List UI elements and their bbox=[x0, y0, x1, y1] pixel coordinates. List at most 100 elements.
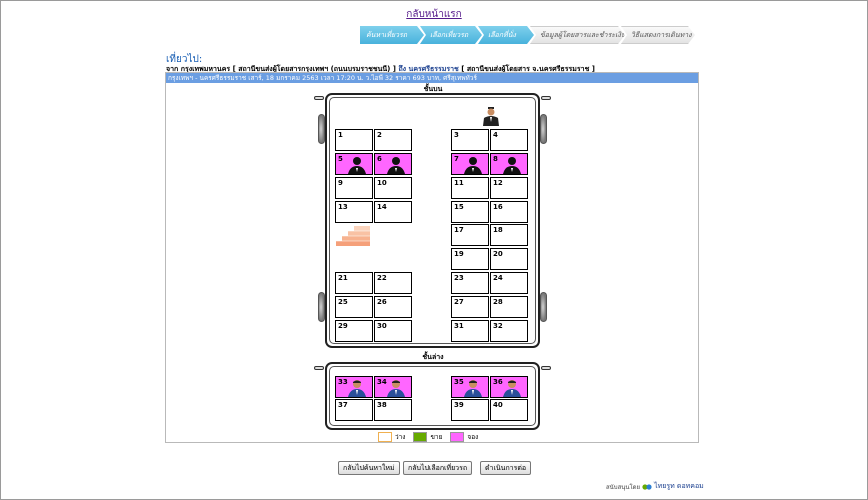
wheel-icon bbox=[540, 292, 547, 322]
seat-number: 23 bbox=[454, 274, 464, 282]
seat-number: 27 bbox=[454, 298, 464, 306]
continue-button[interactable]: ดำเนินการต่อ bbox=[480, 461, 532, 475]
step-passenger-payment: ข้อมูลผู้โดยสารและชำระเงิน bbox=[530, 26, 625, 44]
seat-number: 20 bbox=[493, 250, 503, 258]
seat-number: 22 bbox=[377, 274, 387, 282]
seat-number: 4 bbox=[493, 131, 498, 139]
seat-number: 38 bbox=[377, 401, 387, 409]
seat-number: 12 bbox=[493, 179, 503, 187]
footer-prefix: สนับสนุนโดย bbox=[606, 483, 641, 491]
seat-28[interactable]: 28 bbox=[490, 296, 528, 318]
seat-33: 33 bbox=[335, 376, 373, 398]
seat-12[interactable]: 12 bbox=[490, 177, 528, 199]
seat-20[interactable]: 20 bbox=[490, 248, 528, 270]
seat-31[interactable]: 31 bbox=[451, 320, 489, 342]
legend-sold: ขาย bbox=[413, 432, 442, 442]
seat-number: 10 bbox=[377, 179, 387, 187]
legend-reserved-swatch bbox=[450, 432, 465, 442]
seat-6: 6 bbox=[374, 153, 412, 175]
seat-38[interactable]: 38 bbox=[374, 399, 412, 421]
wheel-icon bbox=[318, 114, 325, 144]
seat-legend: ว่าง ขาย จอง bbox=[378, 432, 486, 442]
seat-number: 28 bbox=[493, 298, 503, 306]
seat-number: 33 bbox=[338, 378, 348, 386]
legend-sold-swatch bbox=[413, 432, 428, 442]
stairs-icon bbox=[336, 226, 370, 246]
seat-22[interactable]: 22 bbox=[374, 272, 412, 294]
seat-21[interactable]: 21 bbox=[335, 272, 373, 294]
seat-number: 6 bbox=[377, 155, 382, 163]
seat-25[interactable]: 25 bbox=[335, 296, 373, 318]
seat-number: 18 bbox=[493, 226, 503, 234]
step-select-trip: เลือกเที่ยวรถ bbox=[420, 26, 482, 44]
seat-number: 24 bbox=[493, 274, 503, 282]
seat-11[interactable]: 11 bbox=[451, 177, 489, 199]
seat-18[interactable]: 18 bbox=[490, 224, 528, 246]
booking-steps: ค้นหาเที่ยวรถ เลือกเที่ยวรถ เลือกที่นั่ง… bbox=[360, 26, 691, 44]
legend-available-label: ว่าง bbox=[395, 433, 406, 441]
legend-available: ว่าง bbox=[378, 432, 405, 442]
seat-7: 7 bbox=[451, 153, 489, 175]
seat-number: 34 bbox=[377, 378, 387, 386]
seat-number: 16 bbox=[493, 203, 503, 211]
seat-10[interactable]: 10 bbox=[374, 177, 412, 199]
wheel-icon bbox=[540, 114, 547, 144]
seat-number: 5 bbox=[338, 155, 343, 163]
seat-8: 8 bbox=[490, 153, 528, 175]
seat-number: 8 bbox=[493, 155, 498, 163]
seat-35: 35 bbox=[451, 376, 489, 398]
seat-19[interactable]: 19 bbox=[451, 248, 489, 270]
seat-9[interactable]: 9 bbox=[335, 177, 373, 199]
home-link[interactable]: กลับหน้าแรก bbox=[0, 7, 868, 22]
seat-23[interactable]: 23 bbox=[451, 272, 489, 294]
seat-32[interactable]: 32 bbox=[490, 320, 528, 342]
seat-40[interactable]: 40 bbox=[490, 399, 528, 421]
seat-4[interactable]: 4 bbox=[490, 129, 528, 151]
seat-number: 26 bbox=[377, 298, 387, 306]
mirror-left-icon bbox=[314, 366, 324, 370]
seat-29[interactable]: 29 bbox=[335, 320, 373, 342]
seat-number: 19 bbox=[454, 250, 464, 258]
seat-39[interactable]: 39 bbox=[451, 399, 489, 421]
seat-number: 21 bbox=[338, 274, 348, 282]
search-again-button[interactable]: กลับไปค้นหาใหม่ bbox=[338, 461, 400, 475]
seat-36: 36 bbox=[490, 376, 528, 398]
seat-3[interactable]: 3 bbox=[451, 129, 489, 151]
seat-number: 2 bbox=[377, 131, 382, 139]
mirror-left-icon bbox=[314, 96, 324, 100]
seat-number: 17 bbox=[454, 226, 464, 234]
seat-27[interactable]: 27 bbox=[451, 296, 489, 318]
seat-1[interactable]: 1 bbox=[335, 129, 373, 151]
footer-credit: สนับสนุนโดย ไทยรูท ดอทคอม bbox=[606, 481, 704, 492]
seat-13[interactable]: 13 bbox=[335, 201, 373, 223]
seat-30[interactable]: 30 bbox=[374, 320, 412, 342]
seat-number: 3 bbox=[454, 131, 459, 139]
seat-26[interactable]: 26 bbox=[374, 296, 412, 318]
footer-brand[interactable]: ไทยรูท ดอทคอม bbox=[654, 481, 704, 492]
seat-number: 25 bbox=[338, 298, 348, 306]
seat-number: 32 bbox=[493, 322, 503, 330]
step-select-seat: เลือกที่นั่ง bbox=[478, 26, 534, 44]
seat-number: 40 bbox=[493, 401, 503, 409]
seat-37[interactable]: 37 bbox=[335, 399, 373, 421]
legend-available-swatch bbox=[378, 432, 392, 442]
back-select-trip-button[interactable]: กลับไปเลือกเที่ยวรถ bbox=[403, 461, 473, 475]
seat-number: 15 bbox=[454, 203, 464, 211]
seat-16[interactable]: 16 bbox=[490, 201, 528, 223]
seat-14[interactable]: 14 bbox=[374, 201, 412, 223]
legend-sold-label: ขาย bbox=[430, 433, 443, 441]
seat-number: 1 bbox=[338, 131, 343, 139]
mirror-right-icon bbox=[541, 96, 551, 100]
seat-17[interactable]: 17 bbox=[451, 224, 489, 246]
seat-number: 29 bbox=[338, 322, 348, 330]
seat-number: 30 bbox=[377, 322, 387, 330]
seat-number: 9 bbox=[338, 179, 343, 187]
seat-24[interactable]: 24 bbox=[490, 272, 528, 294]
seat-number: 31 bbox=[454, 322, 464, 330]
seat-15[interactable]: 15 bbox=[451, 201, 489, 223]
seat-number: 37 bbox=[338, 401, 348, 409]
thairoute-logo-icon bbox=[642, 483, 652, 490]
trip-detail-bar: กรุงเทพฯ - นครศรีธรรมราช เสาร์, 18 มกราค… bbox=[166, 73, 698, 83]
seat-number: 14 bbox=[377, 203, 387, 211]
seat-2[interactable]: 2 bbox=[374, 129, 412, 151]
